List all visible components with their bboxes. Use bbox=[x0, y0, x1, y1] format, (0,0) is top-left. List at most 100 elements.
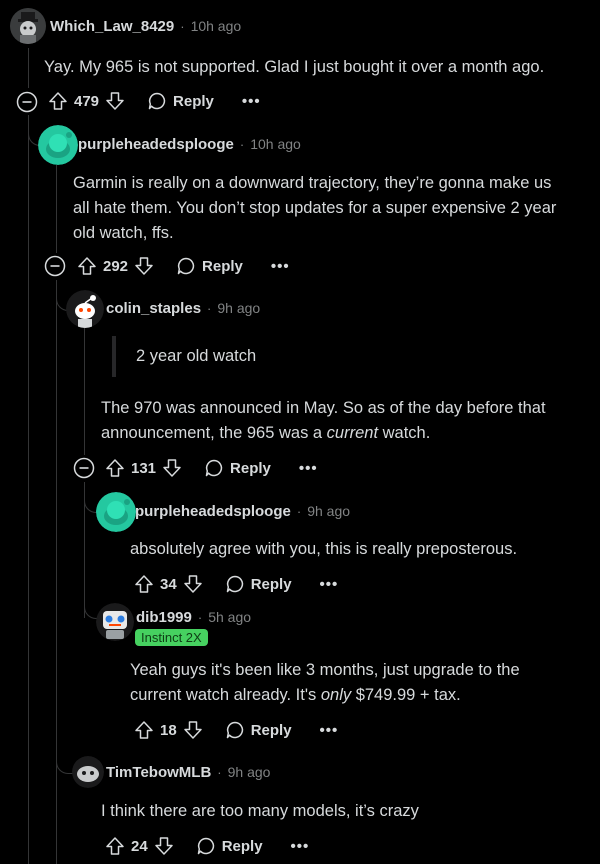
comment-body-line: The 970 was announced in May. So as of t… bbox=[101, 399, 546, 417]
avatar[interactable] bbox=[96, 492, 136, 532]
thread-line-2 bbox=[56, 165, 57, 253]
comment-body-line: current watch already. It's only $749.99… bbox=[130, 683, 520, 708]
downvote-button[interactable] bbox=[183, 720, 203, 740]
avatar[interactable] bbox=[10, 8, 46, 44]
upvote-button[interactable] bbox=[77, 256, 97, 276]
reply-bubble-icon bbox=[226, 721, 243, 739]
more-options-button[interactable]: ••• bbox=[320, 576, 339, 593]
emphasized-text: current bbox=[326, 424, 379, 442]
collapse-button[interactable] bbox=[44, 255, 66, 277]
more-options-button[interactable]: ••• bbox=[242, 93, 261, 110]
upvote-button[interactable] bbox=[134, 574, 154, 594]
reply-label: Reply bbox=[230, 459, 271, 477]
text-segment: watch. bbox=[378, 424, 431, 442]
reply-label: Reply bbox=[221, 837, 263, 855]
reply-button[interactable]: Reply bbox=[147, 91, 214, 111]
snoo-avatar-icon bbox=[96, 492, 136, 532]
vote-count: 34 bbox=[160, 575, 177, 593]
reply-label: Reply bbox=[173, 92, 214, 110]
username[interactable]: colin_staples bbox=[106, 300, 201, 317]
collapse-minus-icon bbox=[73, 457, 95, 479]
more-options-button[interactable]: ••• bbox=[291, 838, 310, 855]
upvote-button[interactable] bbox=[134, 720, 154, 740]
comment-actions: 292 Reply ••• bbox=[77, 254, 290, 278]
downvote-arrow-icon bbox=[163, 459, 181, 477]
comment-body: I think there are too many models, it’s … bbox=[101, 802, 419, 820]
downvote-arrow-icon bbox=[183, 721, 202, 739]
downvote-button[interactable] bbox=[162, 458, 182, 478]
separator-dot: · bbox=[296, 504, 302, 519]
username[interactable]: dib1999 bbox=[136, 609, 192, 626]
comment-body: Yay. My 965 is not supported. Glad I jus… bbox=[44, 58, 545, 76]
snoo-avatar-icon bbox=[72, 756, 104, 788]
snoo-avatar-icon bbox=[38, 125, 78, 165]
reply-button[interactable]: Reply bbox=[204, 458, 271, 478]
upvote-button[interactable] bbox=[48, 91, 68, 111]
username[interactable]: Which_Law_8429 bbox=[50, 18, 174, 35]
timestamp: 9h ago bbox=[307, 503, 351, 519]
more-options-button[interactable]: ••• bbox=[271, 258, 290, 275]
reply-button[interactable]: Reply bbox=[176, 256, 243, 276]
reply-button[interactable]: Reply bbox=[225, 574, 292, 594]
upvote-arrow-icon bbox=[78, 257, 96, 275]
collapse-button[interactable] bbox=[16, 91, 38, 113]
comment-body: The 970 was announced in May. So as of t… bbox=[101, 396, 546, 446]
user-flair-badge: Instinct 2X bbox=[135, 629, 208, 646]
thread-line-3 bbox=[84, 328, 85, 455]
comment-body: Garmin is really on a downward trajector… bbox=[73, 171, 556, 246]
reply-bubble-icon bbox=[177, 257, 195, 275]
upvote-arrow-icon bbox=[49, 92, 67, 110]
comment-body: absolutely agree with you, this is reall… bbox=[130, 540, 518, 558]
comment-header: purpleheadedsplooge · 10h ago bbox=[78, 136, 301, 153]
comment-actions: 131 Reply ••• bbox=[105, 456, 318, 480]
reply-button[interactable]: Reply bbox=[196, 836, 263, 856]
comment-header: purpleheadedsplooge · 9h ago bbox=[135, 503, 350, 520]
downvote-button[interactable] bbox=[154, 836, 174, 856]
avatar[interactable] bbox=[72, 756, 104, 788]
vote-count: 18 bbox=[160, 721, 177, 739]
comment-body-line: Garmin is really on a downward trajector… bbox=[73, 174, 552, 192]
robot-avatar-icon bbox=[96, 603, 134, 641]
collapse-minus-icon bbox=[16, 91, 38, 113]
upvote-arrow-icon bbox=[135, 721, 153, 739]
avatar[interactable] bbox=[66, 290, 104, 328]
reply-button[interactable]: Reply bbox=[225, 720, 292, 740]
downvote-arrow-icon bbox=[154, 837, 173, 855]
comment-actions: 479 Reply ••• bbox=[48, 89, 261, 113]
upvote-button[interactable] bbox=[105, 458, 125, 478]
avatar[interactable] bbox=[96, 603, 134, 641]
comment-header: colin_staples · 9h ago bbox=[106, 300, 260, 317]
upvote-button[interactable] bbox=[105, 836, 125, 856]
reply-label: Reply bbox=[202, 257, 243, 275]
reply-bubble-icon bbox=[148, 92, 166, 110]
comment-body-line: all hate them. You don’t stop updates fo… bbox=[73, 199, 557, 217]
upvote-arrow-icon bbox=[106, 837, 124, 855]
downvote-button[interactable] bbox=[105, 91, 125, 111]
upvote-arrow-icon bbox=[135, 575, 153, 593]
thread-line-1b bbox=[28, 115, 29, 864]
downvote-button[interactable] bbox=[183, 574, 203, 594]
separator-dot: · bbox=[217, 765, 222, 780]
downvote-arrow-icon bbox=[135, 257, 153, 275]
username[interactable]: purpleheadedsplooge bbox=[78, 136, 234, 153]
more-options-button[interactable]: ••• bbox=[320, 722, 339, 739]
username[interactable]: purpleheadedsplooge bbox=[135, 503, 291, 520]
more-options-button[interactable]: ••• bbox=[299, 460, 318, 477]
vote-count: 131 bbox=[131, 459, 157, 477]
separator-dot: · bbox=[207, 301, 212, 316]
vote-count: 479 bbox=[74, 92, 100, 110]
comment-body-line: announcement, the 965 was a current watc… bbox=[101, 421, 546, 446]
thread-line-1 bbox=[28, 48, 29, 88]
comment-actions: 34 Reply ••• bbox=[134, 572, 338, 596]
text-segment: $749.99 + tax. bbox=[351, 686, 461, 704]
comment-actions: 18 Reply ••• bbox=[134, 718, 338, 742]
username[interactable]: TimTebowMLB bbox=[106, 764, 211, 781]
downvote-arrow-icon bbox=[106, 92, 124, 110]
collapse-button[interactable] bbox=[73, 457, 95, 479]
comment-header: Which_Law_8429 · 10h ago bbox=[50, 18, 241, 35]
timestamp: 5h ago bbox=[208, 609, 252, 625]
quoted-text: 2 year old watch bbox=[136, 347, 257, 365]
reply-bubble-icon bbox=[197, 837, 214, 855]
downvote-button[interactable] bbox=[134, 256, 154, 276]
avatar[interactable] bbox=[38, 125, 78, 165]
